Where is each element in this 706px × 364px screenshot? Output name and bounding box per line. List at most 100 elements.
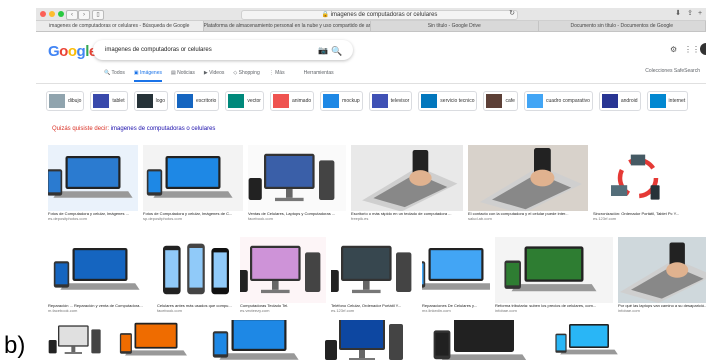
chip-dibujo[interactable]: dibujo xyxy=(46,91,85,111)
result-thumbnail[interactable] xyxy=(141,237,251,303)
chip-thumbnail xyxy=(49,94,65,108)
image-result[interactable] xyxy=(113,314,199,364)
chip-thumbnail xyxy=(272,94,289,108)
chip-servicio-tecnico[interactable]: servicio tecnico xyxy=(418,91,478,111)
image-result[interactable] xyxy=(44,320,112,360)
lock-icon: 🔒 xyxy=(321,12,330,18)
result-thumbnail[interactable] xyxy=(401,237,511,303)
sidebar-toggle-button[interactable]: ▯ xyxy=(92,10,104,20)
chip-cuadro-comparativo[interactable]: cuadro comparativo xyxy=(523,91,593,111)
apps-grid-icon[interactable]: ⋮⋮ xyxy=(684,45,700,54)
image-result[interactable]: Computadoras Teclado Tel. es.vecteezy.com xyxy=(228,237,338,313)
result-thumbnail[interactable] xyxy=(593,145,683,211)
chip-vector[interactable]: vector xyxy=(225,91,264,111)
chip-thumbnail xyxy=(177,94,194,108)
image-row-1: Fotos de Computadora y celular, Imágenes… xyxy=(38,142,683,221)
settings-gear-icon[interactable]: ⚙ xyxy=(670,45,677,54)
image-result[interactable]: Teléfono Celular, Ordenador Portátil Y..… xyxy=(319,237,429,313)
chip-logo[interactable]: logo xyxy=(133,91,169,111)
collections-safesearch[interactable]: Colecciones SafeSearch xyxy=(645,68,700,74)
result-thumbnail[interactable] xyxy=(45,237,155,303)
result-thumbnail[interactable] xyxy=(242,145,352,211)
camera-search-icon[interactable]: 📷 xyxy=(318,46,328,55)
address-bar[interactable]: 🔒 imagenes de computadoras or celulares xyxy=(241,10,518,20)
image-result[interactable]: Escritorio o más rápido en un teclado de… xyxy=(351,144,463,221)
image-result[interactable]: Reparaciones De Celulares y... mx.linkedi… xyxy=(401,237,511,313)
image-row-3 xyxy=(44,304,629,364)
browser-window: ‹ › ▯ 🔒 imagenes de computadoras or celu… xyxy=(36,8,706,364)
search-input[interactable]: imagenes de computadoras or celulares xyxy=(105,40,212,60)
chip-animado[interactable]: animado xyxy=(269,91,315,111)
search-icon[interactable]: 🔍 xyxy=(331,46,342,57)
result-thumbnail[interactable] xyxy=(113,314,199,364)
search-small-icon: 🔍 xyxy=(104,70,111,76)
result-thumbnail[interactable] xyxy=(204,307,314,364)
image-result[interactable]: Fotos de Computadora y celular, Imágenes… xyxy=(138,145,248,221)
image-result[interactable]: Fotos de Computadora y celular, Imágenes… xyxy=(38,145,148,221)
result-source: freepik.es xyxy=(351,216,369,221)
result-thumbnail[interactable] xyxy=(138,145,248,211)
reload-icon[interactable]: ↻ xyxy=(508,10,516,18)
image-result[interactable]: Por qué las laptops van camino a su desa… xyxy=(609,237,706,313)
tab-google-search[interactable]: imagenes de computadoras or celulares - … xyxy=(36,21,204,31)
divider xyxy=(36,83,706,84)
chip-tablet[interactable]: tablet xyxy=(90,91,128,111)
image-result[interactable] xyxy=(319,310,419,364)
chip-thumbnail xyxy=(323,94,340,108)
result-thumbnail[interactable] xyxy=(609,237,706,303)
tab-dropbox[interactable]: Plataforma de almacenamiento personal en… xyxy=(204,21,371,31)
chip-thumbnail xyxy=(228,94,245,108)
tab-images[interactable]: ▣ Imágenes xyxy=(133,70,162,82)
tab-google-docs[interactable]: Documento sin título - Documentos de Goo… xyxy=(539,21,706,31)
chip-android[interactable]: android xyxy=(598,91,641,111)
chip-internet[interactable]: internet xyxy=(646,91,689,111)
image-result[interactable] xyxy=(424,304,544,364)
image-result[interactable]: El contacto con la computadora y el celu… xyxy=(468,142,588,221)
video-icon: ▶ xyxy=(203,70,208,76)
close-window-button[interactable] xyxy=(40,11,46,17)
chip-televisor[interactable]: televisor xyxy=(368,91,413,111)
minimize-window-button[interactable] xyxy=(49,11,55,17)
share-icon[interactable]: ⇪ xyxy=(686,10,694,18)
new-tab-icon[interactable]: + xyxy=(696,10,704,18)
image-result[interactable]: Sincronización: Ordenador Portátil, Tabl… xyxy=(593,145,683,221)
back-button[interactable]: ‹ xyxy=(66,10,78,20)
tab-all[interactable]: 🔍 Todos xyxy=(104,70,125,82)
result-thumbnail[interactable] xyxy=(495,234,613,306)
avatar[interactable] xyxy=(700,43,706,55)
image-result[interactable]: Reforma tributaria: suben los precios de… xyxy=(495,234,613,313)
tab-videos[interactable]: ▶ Videos xyxy=(204,70,224,82)
forward-button[interactable]: › xyxy=(78,10,90,20)
result-thumbnail[interactable] xyxy=(38,145,148,211)
tab-news[interactable]: ▤ Noticias xyxy=(171,70,195,82)
maximize-window-button[interactable] xyxy=(58,11,64,17)
result-thumbnail[interactable] xyxy=(424,304,544,364)
image-result[interactable] xyxy=(204,307,314,364)
result-source: mx.linkedin.com xyxy=(422,308,451,313)
google-logo[interactable]: Google xyxy=(48,43,97,60)
result-thumbnail[interactable] xyxy=(319,237,429,303)
tab-google-drive[interactable]: Sin título - Google Drive xyxy=(371,21,539,31)
tab-tools[interactable]: Herramientas xyxy=(304,70,334,82)
result-source: es.123rf.com xyxy=(331,308,355,313)
suggestion-link[interactable]: imagenes de computadoras o celulares xyxy=(111,126,216,132)
chip-escritorio[interactable]: escritorio xyxy=(174,91,220,111)
result-thumbnail[interactable] xyxy=(351,144,463,212)
image-result[interactable]: Ventas de Celulares, Laptops y Computado… xyxy=(242,145,352,221)
tab-shopping[interactable]: ◇ Shopping xyxy=(233,70,259,82)
result-thumbnail[interactable] xyxy=(319,310,419,364)
image-result[interactable]: Reparación ... Reparación y venta de Com… xyxy=(45,237,155,313)
more-dots-icon: ⋮ xyxy=(268,70,274,76)
result-thumbnail[interactable] xyxy=(44,320,112,360)
search-box[interactable]: imagenes de computadoras or celulares xyxy=(93,40,353,60)
result-thumbnail[interactable] xyxy=(468,142,588,214)
tab-more[interactable]: ⋮ Más xyxy=(269,70,285,82)
result-thumbnail[interactable] xyxy=(549,316,629,364)
download-icon[interactable]: ⬇ xyxy=(674,10,682,18)
image-result[interactable]: Celulares antes más usados que compu... f… xyxy=(141,237,251,313)
chip-label: logo xyxy=(155,98,166,104)
chip-mockup[interactable]: mockup xyxy=(320,91,363,111)
image-result[interactable] xyxy=(549,316,629,364)
result-thumbnail[interactable] xyxy=(228,237,338,303)
chip-cafe[interactable]: cafe xyxy=(483,91,518,111)
